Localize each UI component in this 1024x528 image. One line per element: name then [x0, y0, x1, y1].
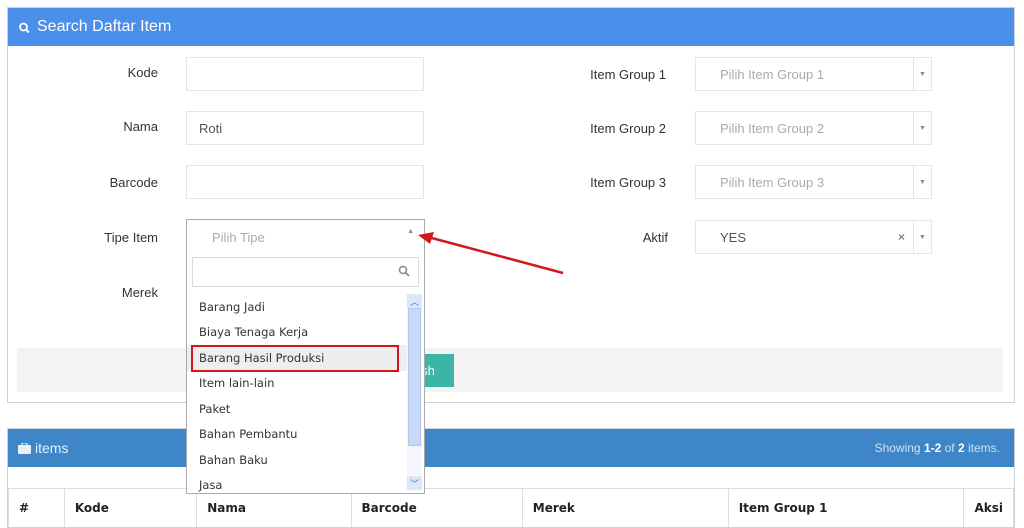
- chevron-down-icon[interactable]: ▼: [913, 58, 931, 90]
- search-icon: [18, 20, 32, 34]
- dropdown-option[interactable]: Bahan Baku: [187, 447, 407, 473]
- barcode-input[interactable]: [186, 165, 424, 199]
- scroll-down-icon[interactable]: ﹀: [407, 476, 422, 490]
- clear-icon[interactable]: ×: [898, 221, 905, 253]
- tipe-item-placeholder: Pilih Tipe: [212, 230, 265, 245]
- table-header-row: # Kode Nama Barcode Merek Item Group 1 A…: [8, 488, 1014, 527]
- col-aksi[interactable]: Aksi: [963, 488, 1014, 527]
- col-number[interactable]: #: [8, 488, 65, 527]
- chevron-down-icon[interactable]: ▼: [913, 166, 931, 198]
- search-footer-bar: [17, 348, 1003, 392]
- tipe-item-label: Tipe Item: [104, 230, 158, 245]
- item-group-1-placeholder: Pilih Item Group 1: [720, 66, 825, 82]
- chevron-down-icon[interactable]: ▼: [913, 112, 931, 144]
- col-item-group-1[interactable]: Item Group 1: [727, 488, 965, 527]
- items-panel: items Showing 1-2 of 2 items. # Kode Nam…: [7, 428, 1015, 528]
- aktif-select[interactable]: YES × ▼: [695, 220, 932, 254]
- barcode-label: Barcode: [109, 175, 158, 190]
- chevron-down-icon[interactable]: ▼: [913, 221, 931, 253]
- tipe-item-select[interactable]: Pilih Tipe ▲: [186, 219, 425, 255]
- items-panel-header: items Showing 1-2 of 2 items.: [8, 429, 1014, 467]
- kode-label: Kode: [127, 65, 158, 80]
- scrollbar-thumb[interactable]: [408, 308, 421, 446]
- aktif-label: Aktif: [642, 230, 668, 245]
- item-group-3-placeholder: Pilih Item Group 3: [720, 174, 825, 190]
- item-group-2-select[interactable]: Pilih Item Group 2 ▼: [695, 111, 932, 145]
- dropdown-option[interactable]: Barang Jadi: [187, 294, 407, 320]
- briefcase-icon: [18, 442, 31, 454]
- showing-summary: Showing 1-2 of 2 items.: [874, 441, 1000, 455]
- chevron-up-icon[interactable]: ▲: [407, 228, 414, 235]
- col-merek[interactable]: Merek: [521, 488, 729, 527]
- items-table: # Kode Nama Barcode Merek Item Group 1 A…: [8, 488, 1014, 527]
- item-group-1-select[interactable]: Pilih Item Group 1 ▼: [695, 57, 932, 91]
- col-kode[interactable]: Kode: [63, 488, 198, 527]
- item-group-2-placeholder: Pilih Item Group 2: [720, 120, 825, 136]
- dropdown-scrollbar[interactable]: ︿ ﹀: [407, 294, 422, 490]
- item-group-2-label: Item Group 2: [590, 121, 666, 136]
- dropdown-option[interactable]: Biaya Tenaga Kerja: [187, 320, 407, 346]
- kode-input[interactable]: [186, 57, 424, 91]
- search-icon: [398, 264, 410, 282]
- item-group-3-label: Item Group 3: [590, 175, 666, 190]
- items-panel-title: items: [35, 440, 69, 456]
- search-panel-title: Search Daftar Item: [37, 18, 172, 35]
- item-group-1-label: Item Group 1: [590, 67, 666, 82]
- nama-label: Nama: [123, 119, 158, 134]
- aktif-value: YES: [720, 229, 747, 245]
- dropdown-search-input[interactable]: [192, 257, 419, 287]
- item-group-3-select[interactable]: Pilih Item Group 3 ▼: [695, 165, 932, 199]
- merek-label: Merek: [121, 285, 158, 300]
- dropdown-option[interactable]: Jasa: [187, 473, 407, 499]
- dropdown-option[interactable]: Paket: [187, 396, 407, 422]
- dropdown-options: Barang Jadi Biaya Tenaga Kerja Barang Ha…: [187, 294, 407, 498]
- tipe-item-dropdown: Barang Jadi Biaya Tenaga Kerja Barang Ha…: [186, 254, 425, 494]
- dropdown-option[interactable]: Item lain-lain: [187, 371, 407, 397]
- nama-input[interactable]: Roti: [186, 111, 424, 145]
- search-panel-header: Search Daftar Item: [8, 8, 1014, 46]
- dropdown-option-highlighted[interactable]: Barang Hasil Produksi: [187, 345, 407, 371]
- dropdown-option[interactable]: Bahan Pembantu: [187, 422, 407, 448]
- scroll-up-icon[interactable]: ︿: [407, 294, 422, 308]
